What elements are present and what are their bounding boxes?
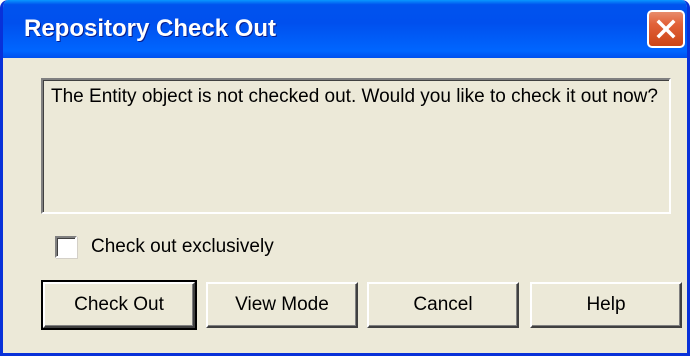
exclusive-checkout-option[interactable]: Check out exclusively bbox=[55, 234, 274, 260]
close-icon bbox=[656, 19, 676, 39]
check-out-button[interactable]: Check Out bbox=[41, 280, 197, 330]
help-button[interactable]: Help bbox=[530, 282, 682, 328]
message-text: The Entity object is not checked out. Wo… bbox=[41, 78, 671, 214]
exclusive-checkout-checkbox[interactable] bbox=[55, 236, 77, 258]
close-button[interactable] bbox=[647, 10, 685, 48]
view-mode-button[interactable]: View Mode bbox=[206, 282, 358, 328]
cancel-button[interactable]: Cancel bbox=[367, 282, 519, 328]
dialog-title: Repository Check Out bbox=[24, 15, 277, 42]
exclusive-checkout-label[interactable]: Check out exclusively bbox=[91, 236, 274, 258]
title-bar[interactable]: Repository Check Out bbox=[3, 0, 687, 58]
dialog-window: Repository Check Out The Entity object i… bbox=[0, 0, 690, 356]
